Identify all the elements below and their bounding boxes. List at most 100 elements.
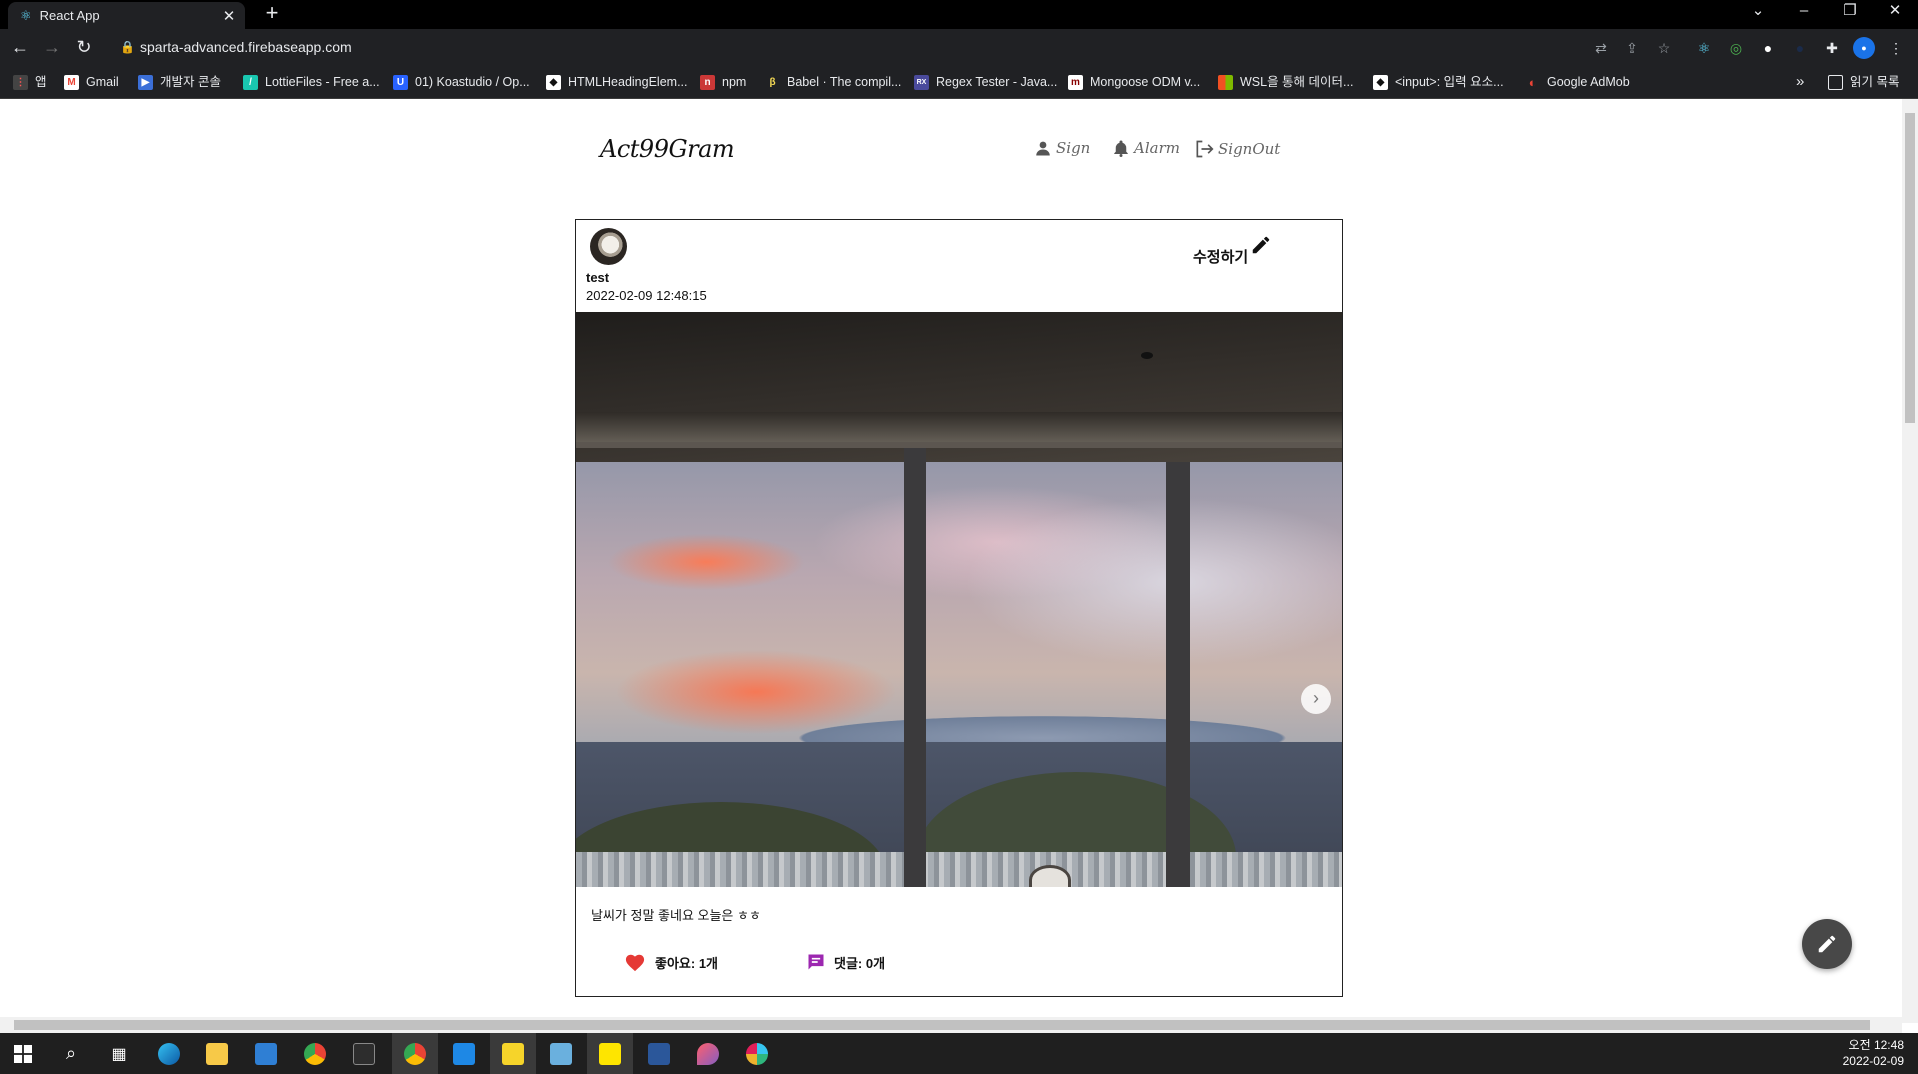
bookmark-babel[interactable]: β Babel · The compil... xyxy=(765,71,901,93)
gmail-icon: M xyxy=(64,74,79,90)
tab-title: React App xyxy=(39,8,100,23)
bookmark-star-icon[interactable]: ☆ xyxy=(1653,37,1675,59)
bookmark-gmail[interactable]: M Gmail xyxy=(64,71,119,93)
post-card: test 2022-02-09 12:48:15 수정하기 › 날씨가 정말 좋… xyxy=(575,219,1343,997)
post-datetime: 2022-02-09 12:48:15 xyxy=(586,288,707,303)
react-icon: ⚛ xyxy=(20,7,32,23)
admob-icon: ◐ xyxy=(1528,74,1537,90)
post-username: test xyxy=(586,270,610,285)
bookmark-koastudio[interactable]: U 01) Koastudio / Op... xyxy=(393,71,530,93)
minimize-button[interactable]: – xyxy=(1781,0,1827,29)
chrome-icon[interactable] xyxy=(292,1033,338,1074)
npm-icon: n xyxy=(700,74,715,90)
share-icon[interactable]: ⇪ xyxy=(1621,37,1643,59)
vscode-icon[interactable] xyxy=(441,1033,487,1074)
slack-icon[interactable] xyxy=(734,1033,780,1074)
bookmark-mongoose[interactable]: m Mongoose ODM v... xyxy=(1068,71,1200,93)
comment-icon xyxy=(808,954,824,970)
app-logo[interactable]: Act99Gram xyxy=(600,135,735,163)
search-icon[interactable]: ⌕ xyxy=(48,1033,94,1074)
bookmark-regex-tester[interactable]: RX Regex Tester - Java... xyxy=(914,71,1057,93)
bookmark-admob[interactable]: ◐ Google AdMob xyxy=(1525,71,1630,93)
app-icon[interactable] xyxy=(538,1033,584,1074)
app-icon[interactable] xyxy=(685,1033,731,1074)
bookmarks-bar: ⋮ 앱 M Gmail ▶ 개발자 콘솔 / LottieFiles - Free a.… xyxy=(0,66,1918,99)
window-mullion xyxy=(1166,462,1190,887)
mdn-icon: ◆ xyxy=(1373,74,1388,90)
edit-post-button[interactable]: 수정하기 xyxy=(1193,236,1272,267)
nav-sign[interactable]: Sign xyxy=(1034,139,1090,157)
task-view-icon[interactable]: ▦ xyxy=(96,1033,142,1074)
nav-alarm[interactable]: Alarm xyxy=(1112,139,1180,157)
restore-button[interactable]: ❐ xyxy=(1827,0,1873,29)
forward-icon[interactable]: → xyxy=(40,35,64,59)
bookmark-mdn[interactable]: ◆ HTMLHeadingElem... xyxy=(546,71,688,93)
avatar[interactable] xyxy=(590,228,627,265)
reload-icon[interactable]: ↻ xyxy=(72,35,96,59)
bookmark-npm[interactable]: n npm xyxy=(700,71,746,93)
post-content: 날씨가 정말 좋네요 오늘은 ㅎㅎ xyxy=(591,908,761,923)
extension-icon[interactable]: ◎ xyxy=(1725,37,1747,59)
mongoose-icon: m xyxy=(1068,74,1083,90)
scrollbar-thumb[interactable] xyxy=(1905,113,1915,423)
horizontal-scrollbar[interactable] xyxy=(0,1017,1902,1033)
nav-signout[interactable]: SignOut xyxy=(1194,139,1280,159)
profile-avatar[interactable]: ● xyxy=(1853,37,1875,59)
close-tab-icon[interactable]: ✕ xyxy=(219,7,239,25)
like-button[interactable]: 좋아요: 1개 xyxy=(624,952,718,972)
clock-date: 2022-02-09 xyxy=(1842,1054,1904,1068)
apps-grid-icon: ⋮ xyxy=(13,74,28,90)
lock-icon: 🔒 xyxy=(120,40,135,54)
heart-icon xyxy=(625,954,645,972)
logout-icon xyxy=(1196,140,1214,158)
sticky-notes-icon[interactable] xyxy=(490,1033,536,1074)
reading-list-icon xyxy=(1828,74,1843,90)
bell-icon xyxy=(1114,140,1128,157)
extension-icon[interactable]: ● xyxy=(1789,37,1811,59)
tab-search-icon[interactable]: ⌄ xyxy=(1735,0,1781,29)
file-explorer-icon[interactable] xyxy=(194,1033,240,1074)
translate-icon[interactable]: ⇄ xyxy=(1590,37,1612,59)
nav-sign-label: Sign xyxy=(1056,139,1091,157)
ceiling-light xyxy=(1141,352,1153,359)
bookmark-lottiefiles[interactable]: / LottieFiles - Free a... xyxy=(243,71,380,93)
extension-icon[interactable]: ● xyxy=(1757,37,1779,59)
new-tab-button[interactable]: + xyxy=(260,2,284,26)
scrollbar-thumb[interactable] xyxy=(14,1020,1870,1030)
comments-count: 댓글: 0개 xyxy=(834,955,886,971)
terminal-icon[interactable] xyxy=(341,1033,387,1074)
clock-time: 오전 12:48 xyxy=(1848,1038,1904,1052)
chrome-profile-icon[interactable] xyxy=(392,1033,438,1074)
mail-icon[interactable] xyxy=(243,1033,289,1074)
next-image-button[interactable]: › xyxy=(1301,684,1331,714)
start-button[interactable] xyxy=(0,1033,46,1074)
address-bar[interactable]: 🔒 sparta-advanced.firebaseapp.com xyxy=(110,33,1676,62)
puzzle-icon[interactable]: ✚ xyxy=(1821,37,1843,59)
comment-button[interactable]: 댓글: 0개 xyxy=(806,952,885,972)
head-silhouette xyxy=(1029,865,1071,887)
close-window-button[interactable]: ✕ xyxy=(1872,0,1918,29)
system-clock[interactable]: 오전 12:48 2022-02-09 xyxy=(1843,1037,1904,1069)
windows-taskbar: ⌕ ▦ 오전 12:48 2022-02-09 xyxy=(0,1033,1918,1074)
bookmarks-more-button[interactable]: » xyxy=(1796,71,1804,93)
menu-dots-icon[interactable]: ⋮ xyxy=(1885,37,1907,59)
vertical-scrollbar[interactable] xyxy=(1902,99,1918,1023)
bookmark-apps[interactable]: ⋮ 앱 xyxy=(13,71,47,93)
console-icon: ▶ xyxy=(138,74,153,90)
back-icon[interactable]: ← xyxy=(8,35,32,59)
pencil-icon xyxy=(1252,236,1270,254)
bookmark-dev-console[interactable]: ▶ 개발자 콘솔 xyxy=(138,71,221,93)
bookmark-input-element[interactable]: ◆ <input>: 입력 요소... xyxy=(1373,71,1504,93)
react-devtools-icon[interactable]: ⚛ xyxy=(1693,37,1715,59)
kakaotalk-icon[interactable] xyxy=(587,1033,633,1074)
reading-list-button[interactable]: 읽기 목록 xyxy=(1828,71,1899,93)
edge-icon[interactable] xyxy=(146,1033,192,1074)
write-post-button[interactable] xyxy=(1802,919,1852,969)
lottie-icon: / xyxy=(243,74,258,90)
word-icon[interactable] xyxy=(636,1033,682,1074)
pencil-icon xyxy=(1818,935,1836,953)
city-strip xyxy=(576,852,1342,887)
page-viewport: Act99Gram Sign Alarm SignOut test 2022-0… xyxy=(0,99,1902,1023)
browser-tab-active[interactable]: ⚛ React App ✕ xyxy=(8,2,245,29)
bookmark-wsl[interactable]: WSL을 통해 데이터... xyxy=(1218,71,1353,93)
